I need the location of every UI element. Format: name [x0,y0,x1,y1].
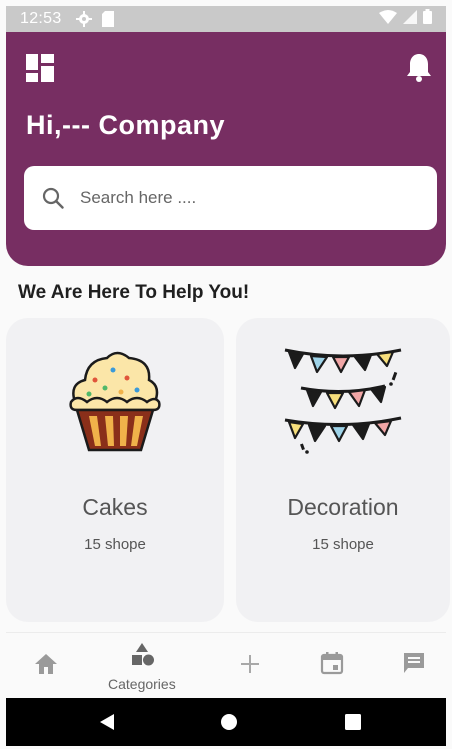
signal-icon [403,9,417,29]
status-time: 12:53 [20,10,62,27]
calendar-icon [320,651,344,680]
search-icon [40,185,66,211]
category-count: 15 shope [312,536,374,553]
back-icon[interactable] [98,712,116,737]
nav-home[interactable] [34,653,58,680]
sd-card-icon [101,11,114,27]
add-icon [239,653,261,680]
search-bar[interactable] [24,166,437,230]
category-name: Cakes [82,494,148,520]
category-card-decoration[interactable]: Decoration 15 shope [236,318,450,622]
nav-messages[interactable] [402,651,426,680]
bottom-navigation: Categories [6,632,446,696]
nav-label: Categories [108,676,176,692]
section-title: We Are Here To Help You! [18,282,250,303]
dashboard-menu-icon[interactable] [26,54,54,87]
status-bar: 12:53 [6,6,446,32]
message-icon [402,651,426,680]
search-input[interactable] [80,188,400,208]
cupcake-icon [65,344,165,461]
bunting-flags-icon [281,344,405,461]
system-navigation-bar [6,698,446,746]
greeting-title: Hi,--- Company [26,110,225,140]
nav-calendar[interactable] [320,651,344,680]
categories-icon [129,643,155,672]
category-name: Decoration [287,494,399,520]
home-circle-icon[interactable] [220,713,238,736]
settings-gear-icon [75,11,92,27]
app-screen: 12:53 Hi,--- Company Search here .... We… [0,0,452,749]
home-icon [34,653,58,680]
category-card-cakes[interactable]: Cakes 15 shope [6,318,224,622]
header-banner: Hi,--- Company [6,32,446,266]
recents-square-icon[interactable] [344,713,362,736]
battery-icon [423,9,432,29]
nav-categories[interactable]: Categories [108,643,176,692]
category-count: 15 shope [84,536,146,553]
notification-bell-icon[interactable] [406,52,432,87]
nav-add[interactable] [239,653,261,680]
wifi-icon [379,9,397,29]
